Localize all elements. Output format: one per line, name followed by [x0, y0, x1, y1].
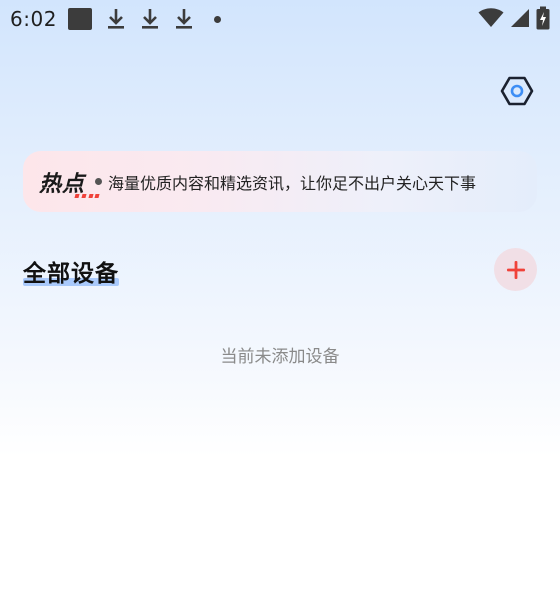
section-title-all-devices: 全部设备 — [23, 254, 119, 288]
download-icon — [142, 9, 158, 29]
settings-button[interactable] — [499, 73, 535, 109]
hot-banner-text: 海量优质内容和精选资讯，让你足不出户关心天下事 — [108, 173, 477, 193]
hot-news-banner[interactable]: 热点 海量优质内容和精选资讯，让你足不出户关心天下事 — [23, 151, 537, 212]
battery-icon — [536, 6, 550, 30]
more-dot-icon — [214, 15, 221, 23]
plus-icon — [506, 260, 525, 279]
section-title-text: 全部设备 — [23, 261, 119, 287]
cellular-signal-icon — [511, 9, 529, 27]
hot-logo: 热点 — [39, 166, 100, 198]
bullet-dot-icon — [95, 178, 103, 185]
download-icon — [108, 9, 124, 29]
empty-state-text: 当前未添加设备 — [220, 347, 340, 367]
notification-square-icon — [68, 8, 92, 30]
status-system-icons — [478, 6, 550, 30]
hot-logo-accent — [74, 193, 100, 200]
status-bar: 6:02 — [0, 0, 560, 38]
settings-hexagon-icon — [500, 76, 534, 106]
wifi-icon — [478, 8, 504, 27]
status-notifications — [68, 7, 221, 31]
download-icon — [176, 9, 192, 29]
add-device-button[interactable] — [494, 248, 537, 291]
status-time: 6:02 — [10, 7, 57, 31]
